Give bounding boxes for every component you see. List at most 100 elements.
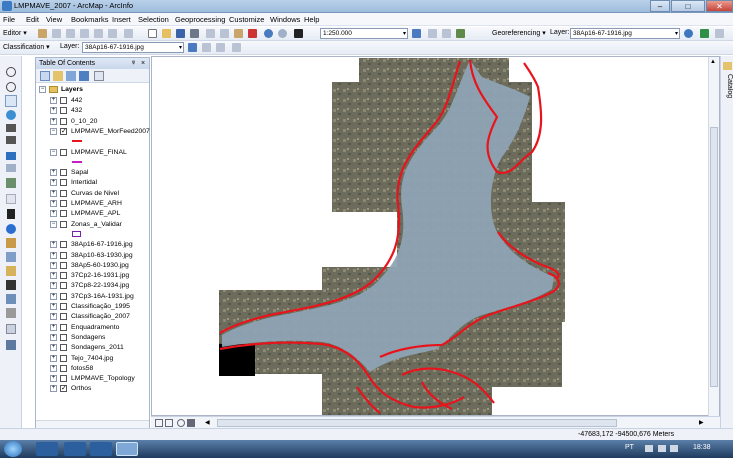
expand-icon[interactable]: + xyxy=(50,241,57,249)
expand-icon[interactable]: + xyxy=(50,313,57,321)
layer-row[interactable]: + Enquadramento xyxy=(50,323,149,333)
layer-row[interactable]: + Sondagens xyxy=(50,333,149,343)
full-extent-icon[interactable] xyxy=(6,110,16,120)
layer-visibility-checkbox[interactable] xyxy=(60,375,67,383)
layer-row[interactable]: − Zonas_a_Validar xyxy=(50,220,149,230)
layer-visibility-checkbox[interactable]: ✓ xyxy=(60,127,67,135)
split-icon[interactable] xyxy=(66,29,75,38)
layer-row[interactable]: +38Ap10-63-1930.jpg xyxy=(50,251,149,261)
layout-view-icon[interactable] xyxy=(165,419,173,427)
map-vscrollbar[interactable]: ▲ xyxy=(708,57,719,416)
network-icon[interactable] xyxy=(670,445,678,452)
data-view-icon[interactable] xyxy=(155,419,163,427)
collapse-icon[interactable]: − xyxy=(39,86,46,93)
search-window-icon[interactable] xyxy=(456,29,465,38)
vscroll-thumb[interactable] xyxy=(710,127,718,387)
list-by-selection-icon[interactable] xyxy=(79,71,89,81)
menu-view[interactable]: View xyxy=(46,15,62,24)
histograms-icon[interactable] xyxy=(216,43,225,52)
list-by-drawing-order-icon[interactable] xyxy=(40,71,50,81)
pencil-icon[interactable] xyxy=(38,29,47,38)
cut-icon[interactable] xyxy=(206,29,215,38)
expand-icon[interactable]: + xyxy=(50,210,57,218)
open-folder-icon[interactable] xyxy=(162,29,171,38)
delete-icon[interactable] xyxy=(248,29,257,38)
browser-taskbar-icon[interactable] xyxy=(64,442,86,456)
scroll-right-icon[interactable]: ▶ xyxy=(699,419,707,427)
list-by-visibility-icon[interactable] xyxy=(66,71,76,81)
layer-visibility-checkbox[interactable] xyxy=(60,107,67,115)
layer-visibility-checkbox[interactable] xyxy=(60,344,67,352)
layer-visibility-checkbox[interactable] xyxy=(60,354,67,362)
training-sample-icon[interactable] xyxy=(188,43,197,52)
html-popup-icon[interactable] xyxy=(6,252,16,262)
collapse-icon[interactable]: − xyxy=(50,220,57,228)
zoom-in-icon[interactable] xyxy=(6,67,16,77)
layer-visibility-checkbox[interactable] xyxy=(60,272,67,280)
layer-visibility-checkbox[interactable] xyxy=(60,364,67,372)
scatterplot-icon[interactable] xyxy=(232,43,241,52)
fixed-zoom-in-icon[interactable] xyxy=(6,124,16,132)
layer-row[interactable]: − ✓ LMPMAVE_MorFeed2007 xyxy=(50,127,150,137)
layer-row[interactable]: +432 xyxy=(50,106,149,116)
layer-visibility-checkbox[interactable] xyxy=(60,251,67,259)
collapse-icon[interactable]: − xyxy=(50,148,57,156)
expand-icon[interactable]: + xyxy=(50,107,57,115)
redo-icon[interactable] xyxy=(278,29,287,38)
create-viewer-icon[interactable] xyxy=(6,340,16,350)
pin-icon[interactable]: ᵠ xyxy=(132,58,135,69)
expand-icon[interactable]: + xyxy=(50,189,57,197)
expand-icon[interactable]: + xyxy=(50,200,57,207)
expand-icon[interactable]: + xyxy=(50,385,57,393)
layer-row[interactable]: +37Cp8-22-1934.jpg xyxy=(50,281,149,291)
fixed-zoom-out-icon[interactable] xyxy=(6,136,16,144)
minimize-button[interactable]: – xyxy=(650,0,670,12)
georef-layer-combo[interactable]: 38Ap16-67-1916.jpg ▾ xyxy=(570,28,680,39)
rotate-icon[interactable] xyxy=(80,29,89,38)
catalog-window-icon[interactable] xyxy=(442,29,451,38)
new-doc-icon[interactable] xyxy=(148,29,157,38)
maximize-button[interactable]: □ xyxy=(671,0,705,12)
paste-icon[interactable] xyxy=(234,29,243,38)
classification-dropdown[interactable]: Classification ▾ xyxy=(3,43,50,51)
add-control-points-icon[interactable] xyxy=(700,29,709,38)
layer-visibility-checkbox[interactable] xyxy=(60,200,67,207)
layer-row[interactable]: + ✓ Orthos xyxy=(50,384,149,394)
toc-close-icon[interactable]: × xyxy=(141,58,145,69)
expand-icon[interactable]: + xyxy=(50,179,57,187)
zoom-out-icon[interactable] xyxy=(6,82,16,92)
menu-windows[interactable]: Windows xyxy=(270,15,300,24)
layer-visibility-checkbox[interactable] xyxy=(60,148,67,156)
layer-visibility-checkbox[interactable] xyxy=(60,292,67,300)
layer-row[interactable]: + LMPMAVE_ARH xyxy=(50,199,149,209)
layer-visibility-checkbox[interactable] xyxy=(60,282,67,290)
scale-combo[interactable]: 1:250.000 ▾ xyxy=(320,28,408,39)
undo-icon[interactable] xyxy=(264,29,273,38)
layer-row[interactable]: + LMPMAVE_Topology xyxy=(50,374,149,384)
hscroll-thumb[interactable] xyxy=(217,419,617,427)
identify-icon[interactable] xyxy=(6,224,16,234)
menu-edit[interactable]: Edit xyxy=(26,15,39,24)
refresh-icon[interactable] xyxy=(177,419,185,427)
expand-icon[interactable]: + xyxy=(50,282,57,290)
layer-visibility-checkbox[interactable] xyxy=(60,303,67,310)
list-by-source-icon[interactable] xyxy=(53,71,63,81)
measure-icon[interactable] xyxy=(6,266,16,276)
arcmap-taskbar-icon[interactable] xyxy=(116,442,138,456)
layer-row[interactable]: + Tejo_7404.jpg xyxy=(50,354,149,364)
class-layer-combo[interactable]: 38Ap16-67-1916.jpg ▾ xyxy=(82,42,184,53)
folder-taskbar-icon[interactable] xyxy=(90,442,112,456)
go-to-xy-icon[interactable] xyxy=(6,308,16,318)
back-extent-icon[interactable] xyxy=(6,152,16,160)
layer-visibility-checkbox[interactable]: ✓ xyxy=(60,385,67,393)
menu-geoprocessing[interactable]: Geoprocessing xyxy=(175,15,225,24)
layer-visibility-checkbox[interactable] xyxy=(60,189,67,197)
expand-icon[interactable]: + xyxy=(50,354,57,362)
close-button[interactable]: ✕ xyxy=(706,0,733,12)
clear-selection-icon[interactable] xyxy=(6,194,16,204)
tray-arrow-icon[interactable] xyxy=(645,445,653,452)
layer-row[interactable]: + Curvas de Nivel xyxy=(50,189,149,199)
layer-visibility-checkbox[interactable] xyxy=(60,313,67,321)
menu-bookmarks[interactable]: Bookmarks xyxy=(71,15,109,24)
menu-help[interactable]: Help xyxy=(304,15,319,24)
